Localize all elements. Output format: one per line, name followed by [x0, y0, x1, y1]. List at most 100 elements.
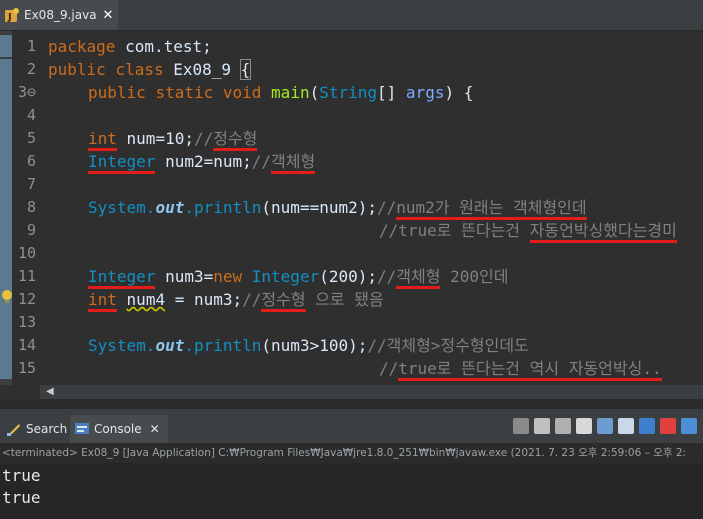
console-icon	[74, 421, 90, 437]
keyword: public	[48, 60, 106, 79]
pin-console-icon[interactable]	[681, 418, 697, 434]
remove-launch-icon[interactable]	[534, 418, 550, 434]
parameter: args	[405, 83, 445, 102]
terminate-icon[interactable]	[513, 418, 529, 434]
bracket-highlight: {	[239, 59, 252, 80]
code-line-5: int num=10;//정수형	[88, 127, 258, 151]
comment: 정수형	[261, 290, 306, 312]
code-text: []	[377, 83, 406, 102]
type-name: System.	[88, 198, 156, 217]
launch-status: <terminated> Ex08_9 [Java Application] C…	[0, 443, 703, 463]
unused-variable: num4	[126, 290, 166, 309]
keyword: int	[88, 129, 117, 151]
warning-lightbulb-icon[interactable]	[0, 289, 14, 305]
comment: //객체형>정수형인데도	[367, 336, 529, 355]
console-output[interactable]: true true	[0, 463, 703, 519]
close-tab-icon[interactable]: ✕	[103, 8, 114, 23]
code-line-3: public static void main(String[] args) {	[88, 81, 473, 104]
close-console-icon[interactable]: ✕	[150, 422, 160, 436]
line-number: 1	[26, 37, 36, 55]
code-text: (	[309, 83, 320, 102]
remove-all-icon[interactable]	[555, 418, 571, 434]
comment: //true로 뜬다는건	[379, 221, 530, 240]
word-wrap-icon[interactable]	[618, 418, 634, 434]
code-text: num3=	[155, 267, 214, 286]
horizontal-scrollbar[interactable]: ◀	[40, 385, 703, 399]
code-line-9: //true로 뜬다는건 자동언박싱했다는경미	[379, 219, 677, 243]
code-text: = num3;	[165, 290, 243, 309]
code-text: ) {	[444, 83, 474, 102]
tab-search[interactable]: Search	[2, 415, 71, 443]
code-line-6: Integer num2=num;//객체형	[88, 150, 316, 174]
clear-console-icon[interactable]	[576, 418, 592, 434]
code-text: (num3>100);	[261, 336, 368, 355]
editor-tab-label: Ex08_9.java	[24, 8, 97, 22]
method-name: main	[271, 83, 310, 102]
code-editor[interactable]: 1 2 3⊖ 4 5 6 7 8 9 10 11 12 13 14 15 pac…	[0, 31, 703, 385]
line-number: 8	[26, 198, 36, 216]
comment: 으로 됐음	[305, 290, 384, 309]
static-field: out	[155, 198, 185, 217]
java-file-icon: J	[4, 7, 20, 23]
line-number: 13	[17, 313, 36, 331]
line-number-gutter: 1 2 3⊖ 4 5 6 7 8 9 10 11 12 13 14 15	[12, 31, 40, 385]
method-call: .println	[184, 198, 262, 217]
comment: 객체형	[271, 152, 316, 174]
static-field: out	[155, 336, 185, 355]
type-name: String	[319, 83, 378, 102]
class-name: Ex08_9	[163, 60, 241, 79]
method-call: .println	[184, 336, 262, 355]
code-line-1: package com.test;	[48, 35, 212, 58]
comment: //	[377, 198, 397, 217]
line-number: 4	[26, 106, 36, 124]
line-number: 9	[26, 221, 36, 239]
code-text: (200);	[319, 267, 377, 286]
line-number: 6	[26, 152, 36, 170]
code-text: num=10;	[116, 129, 194, 148]
editor-tab-ex08-9[interactable]: J Ex08_9.java ✕	[0, 0, 118, 30]
line-number: 3⊖	[17, 83, 36, 101]
console-tab-bar: Search Console ✕	[0, 409, 703, 443]
comment: 객체형	[396, 267, 441, 289]
line-number: 15	[17, 359, 36, 377]
tab-console-label: Console	[94, 422, 142, 436]
comment: //	[251, 152, 272, 171]
tab-console[interactable]: Console ✕	[70, 415, 168, 443]
comment: //	[379, 359, 399, 378]
scroll-lock-icon[interactable]	[597, 418, 613, 434]
code-text: num2=num;	[155, 152, 252, 171]
keyword: public	[88, 83, 146, 102]
keyword: static	[155, 83, 214, 102]
code-line-15: //true로 뜬다는건 역시 자동언박싱..	[379, 357, 662, 381]
type-name: Integer	[88, 267, 156, 289]
keyword: void	[222, 83, 262, 102]
code-line-12: int num4 = num3;//정수형 으로 됐음	[88, 288, 384, 312]
code-text: com.test;	[115, 37, 212, 56]
comment: //	[377, 267, 397, 286]
line-number: 2	[26, 60, 36, 78]
type-name: Integer	[88, 152, 156, 174]
show-on-error-icon[interactable]	[660, 418, 676, 434]
line-number: 10	[17, 244, 36, 262]
svg-text:J: J	[7, 12, 12, 23]
line-number: 5	[26, 129, 36, 147]
code-line-2: public class Ex08_9 {	[48, 58, 252, 81]
output-line: true	[2, 466, 41, 485]
console-toolbar	[513, 418, 697, 434]
editor-tab-bar: J Ex08_9.java ✕	[0, 0, 703, 31]
type-name: Integer	[242, 267, 320, 286]
comment: 200인데	[440, 267, 509, 286]
code-line-11: Integer num3=new Integer(200);//객체형 200인…	[88, 265, 509, 289]
show-on-output-icon[interactable]	[639, 418, 655, 434]
scroll-left-icon[interactable]: ◀	[46, 385, 54, 399]
keyword: package	[48, 37, 116, 56]
output-line: true	[2, 488, 41, 507]
panel-separator[interactable]	[0, 399, 703, 409]
comment: //	[242, 290, 262, 309]
comment: num2가 원래는 객체형인데	[396, 198, 587, 220]
keyword: class	[115, 60, 164, 79]
comment: true로 뜬다는건 역시 자동언박싱..	[398, 359, 662, 381]
line-number: 14	[17, 336, 36, 354]
keyword: int	[88, 290, 117, 312]
